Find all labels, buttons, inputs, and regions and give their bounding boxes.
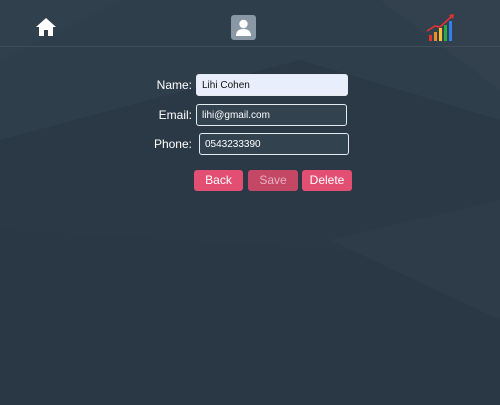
- delete-button[interactable]: Delete: [302, 170, 352, 191]
- phone-row: Phone:: [0, 133, 500, 157]
- name-label: Name:: [156, 78, 192, 92]
- name-input[interactable]: [196, 74, 348, 96]
- back-button[interactable]: Back: [194, 170, 243, 191]
- email-input[interactable]: [196, 104, 347, 126]
- home-icon[interactable]: [35, 17, 57, 37]
- email-row: Email:: [0, 104, 500, 128]
- name-row: Name:: [0, 74, 500, 98]
- email-label: Email:: [158, 108, 192, 122]
- phone-input[interactable]: [199, 133, 349, 155]
- growth-chart-icon[interactable]: [425, 13, 457, 43]
- user-icon[interactable]: [231, 15, 256, 40]
- phone-label: Phone:: [153, 137, 192, 151]
- save-button[interactable]: Save: [248, 170, 298, 191]
- top-nav-bar: [0, 0, 500, 47]
- background-pattern: [0, 0, 500, 405]
